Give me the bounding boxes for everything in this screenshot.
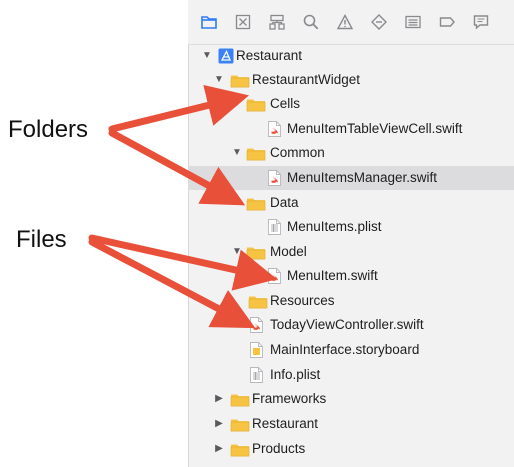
annotation-arrows: [88, 84, 278, 329]
arrow-to-cells: [108, 84, 250, 133]
arrow-to-data: [108, 129, 246, 206]
